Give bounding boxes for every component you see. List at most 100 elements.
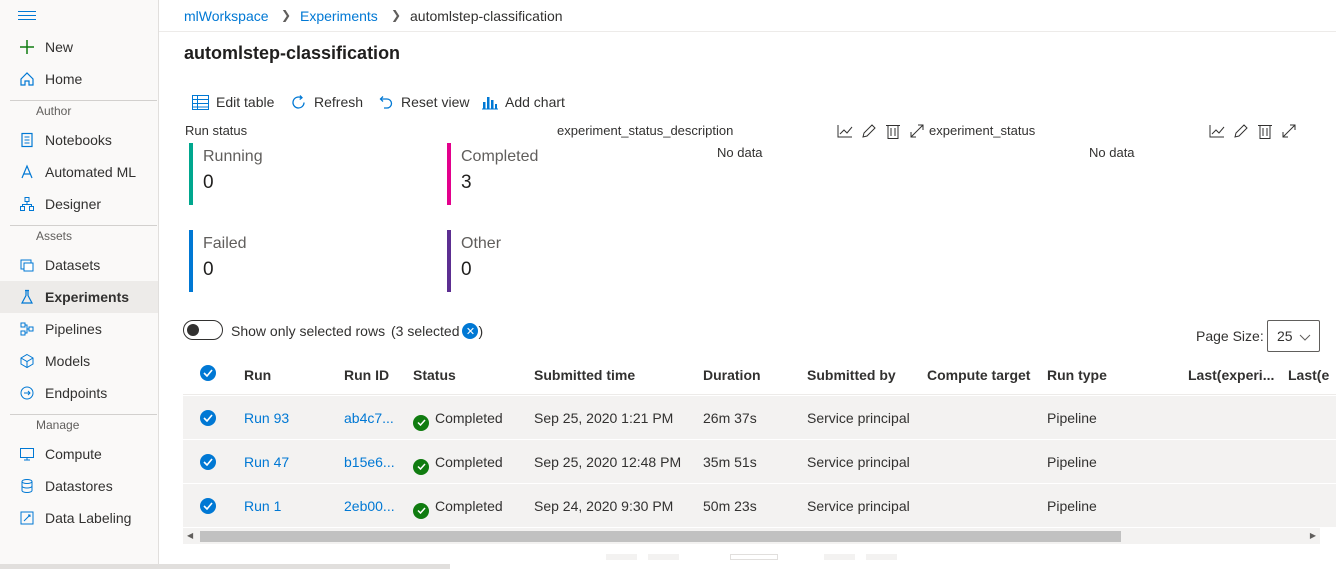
table-row[interactable]: Run 93 ab4c7... Completed Sep 25, 2020 1… [183,396,1336,440]
expand-icon[interactable] [908,122,926,140]
stat-label: Completed [461,148,539,165]
toggle-knob [187,324,199,336]
column-header[interactable]: Status [413,367,456,383]
sidebar-item-models[interactable]: Models [0,345,158,377]
column-header[interactable]: Last(e [1288,367,1329,383]
check-circle-icon [413,458,429,475]
table-row[interactable]: Run 47 b15e6... Completed Sep 25, 2020 1… [183,440,1336,484]
sidebar-item-compute[interactable]: Compute [0,438,158,470]
reset-view-label: Reset view [401,94,470,110]
edit-table-button[interactable]: Edit table [191,92,274,112]
models-icon [18,352,36,370]
scrollbar-thumb[interactable] [200,531,1121,542]
column-header[interactable]: Run type [1047,367,1107,383]
breadcrumb-experiments-link[interactable]: Experiments [300,8,378,24]
expand-icon[interactable] [1280,122,1298,140]
datastores-icon [18,477,36,495]
run-id-link[interactable]: b15e6... [344,454,395,470]
edit-icon[interactable] [860,122,878,140]
scroll-right-icon[interactable]: ▶ [1310,531,1316,540]
run-id-link[interactable]: 2eb00... [344,498,395,514]
pager-next-button[interactable] [824,554,855,560]
pipelines-icon [18,320,36,338]
line-chart-icon[interactable] [836,122,854,140]
chart-title: experiment_status_description [557,123,734,138]
toggle-label: Show only selected rows [231,323,386,339]
refresh-button[interactable]: Refresh [289,92,363,112]
selected-count-text: (3 selected [391,323,460,339]
chevron-down-icon [1299,329,1311,345]
clear-selection-icon[interactable]: ✕ [462,323,479,339]
table-horizontal-scrollbar[interactable]: ◀ ▶ [183,528,1320,544]
stat-label: Other [461,235,502,252]
table-row[interactable]: Run 1 2eb00... Completed Sep 24, 2020 9:… [183,484,1336,528]
table-icon [191,93,209,111]
status-cell: Completed [413,454,503,475]
stat-value: 0 [461,259,472,280]
row-checkbox[interactable] [200,498,216,514]
sidebar-item-pipelines[interactable]: Pipelines [0,313,158,345]
reset-view-button[interactable]: Reset view [376,92,469,112]
column-header[interactable]: Last(experi... [1188,367,1274,383]
breadcrumb-workspace-link[interactable]: mlWorkspace [184,8,269,24]
hamburger-menu-icon[interactable] [18,8,36,24]
scroll-left-icon[interactable]: ◀ [187,531,193,540]
add-chart-button[interactable]: Add chart [480,92,565,112]
column-header[interactable]: Submitted time [534,367,635,383]
delete-icon[interactable] [1256,122,1274,140]
page-scrollbar[interactable] [0,564,450,569]
status-cell: Completed [413,498,503,519]
row-checkbox[interactable] [200,454,216,470]
bar-chart-icon [480,93,498,111]
pager-prev-button[interactable] [648,554,679,560]
run-status-title: Run status [185,123,248,138]
divider [10,414,157,415]
column-header[interactable]: Duration [703,367,761,383]
pager-last-button[interactable] [866,554,897,560]
line-chart-icon[interactable] [1208,122,1226,140]
edit-table-label: Edit table [216,94,275,110]
submitted-time: Sep 24, 2020 9:30 PM [534,498,674,514]
show-selected-toggle[interactable] [183,320,223,340]
sidebar-item-experiments[interactable]: Experiments [0,281,158,313]
status-text: Completed [435,498,503,514]
sidebar-item-designer[interactable]: Designer [0,188,158,220]
select-all-checkbox[interactable] [200,365,216,381]
run-type: Pipeline [1047,498,1097,514]
sidebar-item-notebooks[interactable]: Notebooks [0,124,158,156]
column-header[interactable]: Run [244,367,271,383]
refresh-label: Refresh [314,94,364,110]
section-assets: Assets [36,229,73,243]
run-link[interactable]: Run 47 [244,454,289,470]
column-header[interactable]: Run ID [344,367,389,383]
run-link[interactable]: Run 1 [244,498,281,514]
sidebar-item-label: Automated ML [45,164,137,180]
run-id-link[interactable]: ab4c7... [344,410,394,426]
selected-count-close: ) [478,323,484,339]
submitted-by: Service principal [807,410,910,426]
pager-page-input[interactable] [730,554,778,560]
column-header[interactable]: Compute target [927,367,1030,383]
delete-icon[interactable] [884,122,902,140]
sidebar-item-datastores[interactable]: Datastores [0,470,158,502]
sidebar-item-label: Endpoints [45,385,108,401]
sidebar-item-automated-ml[interactable]: Automated ML [0,156,158,188]
sidebar: New Home Author Notebooks Automated ML D… [0,0,159,569]
sidebar-item-data-labeling[interactable]: Data Labeling [0,502,158,534]
page-size-dropdown[interactable]: 25 [1267,320,1320,352]
edit-icon[interactable] [1232,122,1250,140]
sidebar-item-datasets[interactable]: Datasets [0,249,158,281]
row-checkbox[interactable] [200,410,216,426]
pager-first-button[interactable] [606,554,637,560]
sidebar-item-label: Notebooks [45,132,112,148]
sidebar-item-home[interactable]: Home [0,63,158,95]
page-size-label: Page Size: [1196,328,1264,344]
sidebar-item-endpoints[interactable]: Endpoints [0,377,158,409]
page-size-value: 25 [1277,328,1293,344]
run-type: Pipeline [1047,454,1097,470]
sidebar-item-new[interactable]: New [0,31,158,63]
chart-actions [1208,122,1298,140]
column-header[interactable]: Submitted by [807,367,896,383]
check-circle-icon [413,414,429,431]
run-link[interactable]: Run 93 [244,410,289,426]
